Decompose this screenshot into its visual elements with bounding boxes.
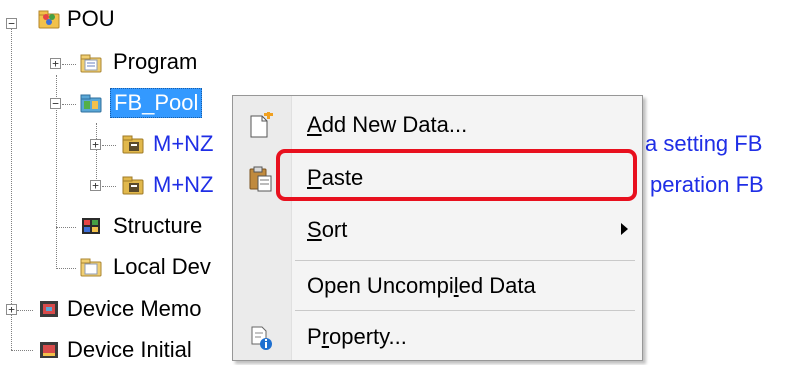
menu-item-sort[interactable]: Sort <box>233 208 642 252</box>
collapse-toggle-pou[interactable]: − <box>6 18 17 29</box>
new-document-icon <box>250 112 273 138</box>
device-initial-icon <box>40 342 58 358</box>
fb-folder-icon <box>122 135 144 154</box>
tree-guide-line <box>56 227 76 228</box>
expand-toggle-program[interactable]: + <box>50 58 61 69</box>
expand-toggle-fb-2[interactable]: + <box>90 180 101 191</box>
tree-guide-line <box>17 310 33 311</box>
structure-icon <box>82 218 100 234</box>
tree-item-program[interactable]: Program <box>110 48 200 76</box>
device-memory-icon <box>40 301 58 317</box>
tree-item-fb-2[interactable]: M+NZ <box>150 171 217 199</box>
program-folder-icon <box>80 54 102 73</box>
fb-folder-icon <box>122 176 144 195</box>
tree-guide-line <box>102 145 116 146</box>
collapse-toggle-fb-pool[interactable]: − <box>50 98 61 109</box>
menu-separator <box>295 260 635 261</box>
context-menu: Add New Data... Paste Sort Open Uncompil… <box>232 95 643 361</box>
tree-guide-line <box>62 104 76 105</box>
fb-pool-folder-icon <box>80 94 102 113</box>
tree-guide-line <box>11 350 33 351</box>
tree-item-device-initial[interactable]: Device Initial <box>64 336 195 364</box>
menu-item-property[interactable]: Property... <box>233 315 642 359</box>
menu-item-label: Add New Data... <box>307 112 468 137</box>
tree-item-device-memory[interactable]: Device Memo <box>64 295 204 323</box>
tree-guide-line <box>11 26 12 314</box>
menu-item-label: Sort <box>307 217 348 242</box>
expand-toggle-fb-1[interactable]: + <box>90 139 101 150</box>
paste-highlight-annotation <box>276 149 637 201</box>
property-icon <box>251 326 272 350</box>
tree-item-pou[interactable]: POU <box>64 5 118 33</box>
tree-guide-line <box>56 268 76 269</box>
tree-item-fb-1[interactable]: M+NZ <box>150 130 217 158</box>
paste-icon <box>249 166 272 192</box>
tree-item-structured[interactable]: Structure <box>110 212 205 240</box>
tree-item-fb-1-suffix: a setting FB <box>645 131 763 156</box>
menu-item-label: Property... <box>307 324 407 349</box>
menu-item-open-uncompiled-data[interactable]: Open Uncompiled Data <box>233 264 642 308</box>
menu-separator <box>295 310 635 311</box>
submenu-arrow-icon <box>621 223 628 235</box>
tree-guide-line <box>62 64 76 65</box>
tree-guide-line <box>11 314 12 350</box>
tree-guide-line <box>102 186 116 187</box>
local-device-folder-icon <box>80 258 102 277</box>
menu-item-add-new-data[interactable]: Add New Data... <box>233 103 642 147</box>
tree-item-fb-2-suffix: peration FB <box>650 172 764 197</box>
pou-folder-icon <box>38 10 60 29</box>
tree-item-fb-pool[interactable]: FB_Pool <box>110 88 203 118</box>
tree-item-local-device[interactable]: Local Dev <box>110 253 214 281</box>
menu-item-label: Open Uncompiled Data <box>307 273 536 298</box>
expand-toggle-device-memory[interactable]: + <box>6 304 17 315</box>
